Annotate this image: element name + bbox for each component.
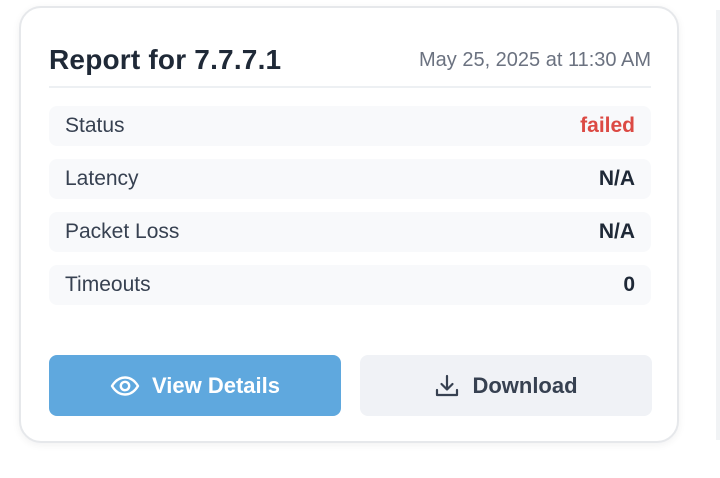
header-divider bbox=[49, 86, 651, 88]
metric-label-timeouts: Timeouts bbox=[65, 273, 151, 296]
download-label: Download bbox=[472, 372, 578, 398]
metric-value-packet-loss: N/A bbox=[598, 220, 635, 243]
download-button[interactable]: Download bbox=[360, 355, 652, 416]
metric-value-timeouts: 0 bbox=[623, 273, 635, 296]
metric-label-status: Status bbox=[65, 114, 125, 137]
card-header: Report for 7.7.7.1 May 25, 2025 at 11:30… bbox=[49, 36, 651, 84]
status-value-badge: failed bbox=[580, 114, 635, 137]
metric-label-packet-loss: Packet Loss bbox=[65, 220, 180, 243]
adjacent-card-edge bbox=[716, 10, 720, 440]
report-card: Report for 7.7.7.1 May 25, 2025 at 11:30… bbox=[19, 6, 679, 443]
metric-row-latency: Latency N/A bbox=[49, 159, 651, 199]
view-details-label: View Details bbox=[152, 372, 280, 398]
metric-row-timeouts: Timeouts 0 bbox=[49, 265, 651, 305]
eye-icon bbox=[110, 375, 140, 396]
metric-row-status: Status failed bbox=[49, 106, 651, 146]
report-timestamp: May 25, 2025 at 11:30 AM bbox=[418, 48, 651, 71]
metric-row-packet-loss: Packet Loss N/A bbox=[49, 212, 651, 252]
report-title: Report for 7.7.7.1 bbox=[49, 44, 282, 75]
view-details-button[interactable]: View Details bbox=[49, 355, 341, 416]
download-icon bbox=[434, 373, 460, 399]
metric-label-latency: Latency bbox=[65, 167, 139, 190]
metric-value-latency: N/A bbox=[598, 167, 635, 190]
